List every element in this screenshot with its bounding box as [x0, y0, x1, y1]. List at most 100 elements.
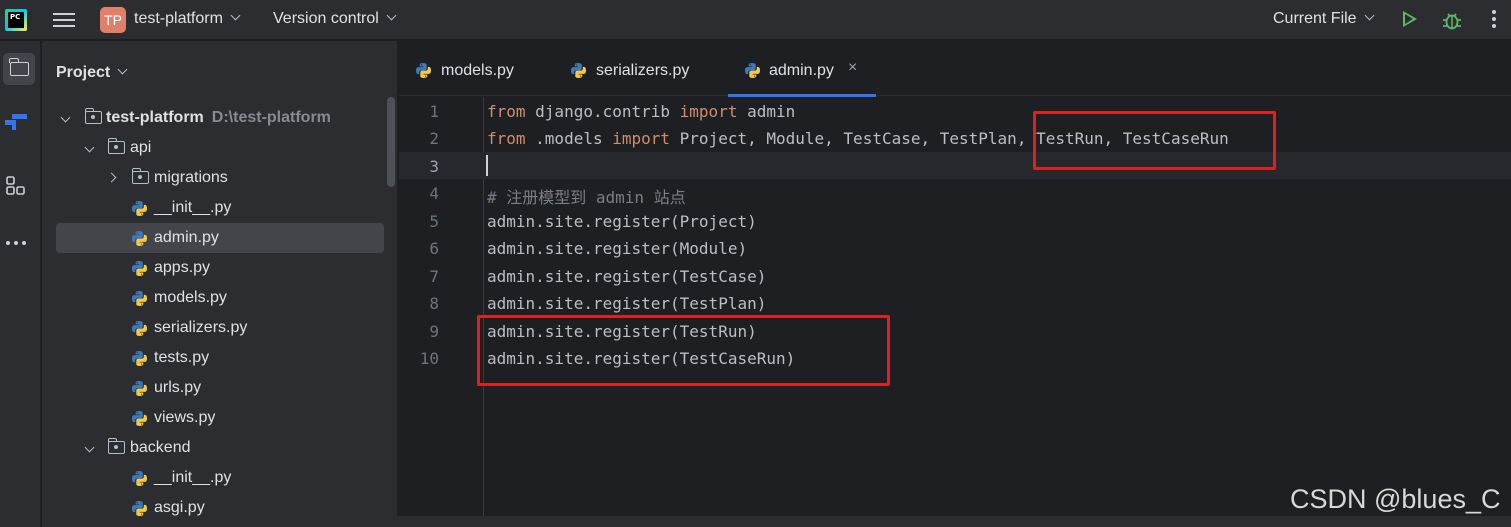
line-number: 6	[429, 239, 439, 258]
code-line-1: from django.contrib import admin	[487, 102, 795, 121]
more-tools-icon[interactable]	[6, 232, 30, 245]
expand-arrow-icon[interactable]	[84, 442, 95, 453]
tree-item-file[interactable]: apps.py	[42, 253, 398, 283]
project-tool-button[interactable]	[3, 53, 35, 85]
line-number: 4	[429, 184, 439, 203]
python-file-icon	[132, 381, 147, 396]
folder-icon	[107, 438, 125, 454]
python-file-icon	[745, 63, 760, 78]
chevron-down-icon	[117, 64, 128, 75]
tree-item-file-selected[interactable]: admin.py	[42, 223, 398, 253]
expand-arrow-icon[interactable]	[60, 112, 71, 123]
project-switcher[interactable]: test-platform	[134, 10, 241, 28]
tree-item-label: __init__.py	[154, 469, 232, 486]
tab-label: serializers.py	[596, 62, 690, 79]
python-file-icon	[132, 261, 147, 276]
keyword: import	[612, 129, 671, 148]
tree-item-label: test-platform	[106, 109, 204, 126]
chevron-down-icon	[1364, 10, 1375, 21]
tab-label: models.py	[441, 62, 514, 79]
python-file-icon	[132, 201, 147, 216]
tree-item-label: api	[130, 139, 152, 156]
pycharm-logo-icon[interactable]: PC	[5, 9, 27, 31]
code-token: .models	[525, 129, 613, 148]
line-number: 7	[429, 267, 439, 286]
python-file-icon	[132, 411, 147, 426]
project-panel: Project test-platform D:\test-platform ap…	[42, 41, 398, 527]
project-badge[interactable]: TP	[100, 7, 126, 33]
tree-item-file[interactable]: urls.py	[42, 373, 398, 403]
keyword: import	[679, 102, 738, 121]
project-name: test-platform	[134, 10, 223, 27]
more-options-icon[interactable]	[1492, 10, 1496, 30]
tab-label: admin.py	[769, 62, 834, 79]
close-icon[interactable]: ×	[848, 38, 857, 98]
tree-item-label: tests.py	[154, 349, 210, 366]
run-config-label: Current File	[1273, 10, 1357, 27]
python-file-icon	[132, 291, 147, 306]
code-token: django.contrib	[525, 102, 680, 121]
code-line-8: admin.site.register(TestPlan)	[487, 294, 767, 313]
tree-item-label: views.py	[154, 409, 216, 426]
python-file-icon	[571, 63, 586, 78]
python-file-icon	[132, 321, 147, 336]
line-number: 8	[429, 294, 439, 313]
tree-item-label: serializers.py	[154, 319, 248, 336]
structure-icon[interactable]	[5, 175, 27, 197]
code-line-7: admin.site.register(TestCase)	[487, 267, 767, 286]
tree-item-file[interactable]: tests.py	[42, 343, 398, 373]
project-panel-header[interactable]: Project	[56, 64, 128, 82]
python-file-icon	[416, 63, 431, 78]
tree-scrollbar[interactable]	[387, 97, 395, 187]
folder-icon	[9, 58, 29, 76]
tree-item-label: apps.py	[154, 259, 211, 276]
chevron-down-icon	[230, 10, 241, 21]
project-tree: test-platform D:\test-platform api migrat…	[42, 103, 398, 523]
keyword: from	[487, 129, 526, 148]
tree-item-label: models.py	[154, 289, 227, 306]
vcs-label: Version control	[273, 10, 379, 27]
tab-models[interactable]: models.py	[415, 41, 547, 96]
folder-icon	[131, 168, 149, 184]
vcs-menu[interactable]: Version control	[273, 10, 397, 28]
tree-item-file[interactable]: __init__.py	[42, 463, 398, 493]
tree-item-file[interactable]: serializers.py	[42, 313, 398, 343]
tree-item-label: __init__.py	[154, 199, 232, 216]
tree-item-label: migrations	[154, 169, 228, 186]
collapse-arrow-icon[interactable]	[106, 172, 117, 183]
tree-item-file[interactable]: views.py	[42, 403, 398, 433]
run-config-selector[interactable]: Current File	[1273, 10, 1375, 28]
editor-tab-bar: models.py serializers.py admin.py ×	[399, 38, 1511, 98]
code-line-5: admin.site.register(Project)	[487, 212, 757, 231]
python-file-icon	[132, 231, 147, 246]
tree-item-label: backend	[130, 439, 191, 456]
tree-item-backend[interactable]: backend	[42, 433, 398, 463]
pycharm-tool-icon[interactable]	[4, 112, 28, 132]
tree-item-api[interactable]: api	[42, 133, 398, 163]
tree-item-root[interactable]: test-platform D:\test-platform	[42, 103, 398, 133]
python-file-icon	[132, 501, 147, 516]
title-bar: PC TP test-platform Version control Curr…	[0, 0, 1511, 40]
code-token: admin	[737, 102, 796, 121]
status-bar	[42, 516, 1511, 527]
python-file-icon	[132, 471, 147, 486]
tree-item-path: D:\test-platform	[211, 109, 331, 126]
tree-item-label: asgi.py	[154, 499, 205, 516]
debug-icon[interactable]	[1442, 9, 1462, 31]
text-caret	[486, 155, 488, 176]
annotation-box-import	[1033, 111, 1276, 170]
watermark: CSDN @blues_C	[1290, 484, 1501, 514]
tab-admin[interactable]: admin.py ×	[728, 38, 876, 98]
tab-serializers[interactable]: serializers.py	[570, 41, 720, 96]
tree-item-file[interactable]: __init__.py	[42, 193, 398, 223]
expand-arrow-icon[interactable]	[84, 142, 95, 153]
tree-item-file[interactable]: models.py	[42, 283, 398, 313]
line-number: 2	[429, 129, 439, 148]
folder-icon	[107, 138, 125, 154]
folder-icon	[84, 108, 102, 124]
tree-item-migrations[interactable]: migrations	[42, 163, 398, 193]
run-icon[interactable]	[1403, 11, 1417, 27]
main-menu-icon[interactable]	[53, 10, 75, 30]
code-line-4: # 注册模型到 admin 站点	[487, 188, 686, 207]
line-number: 9	[429, 322, 439, 341]
